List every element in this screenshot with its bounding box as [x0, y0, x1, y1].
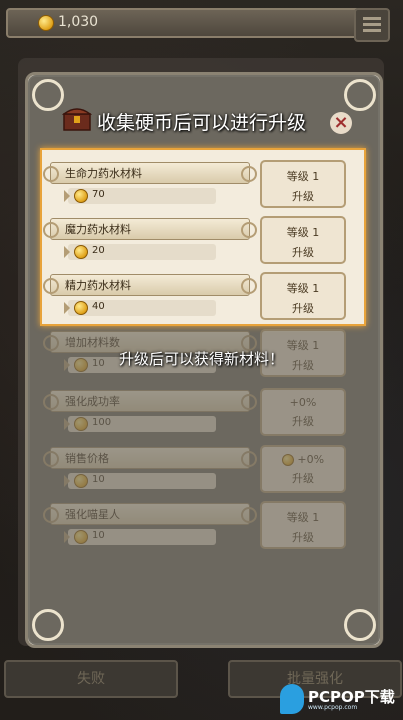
upgrade-row: 生命力药水材料 70 等级 1 升级 — [43, 158, 350, 210]
upgrade-row: 魔力药水材料 20 等级 1 升级 — [43, 214, 350, 266]
watermark: PCPOP下载 www.pcpop.com — [280, 684, 400, 716]
upgrade-cost: 10 — [64, 473, 216, 489]
upgrade-level: +0% — [297, 453, 325, 466]
upgrade-level: 等级 1 — [286, 226, 320, 239]
upgrade-row: 强化喵星人 10 等级 1 升级 — [43, 499, 350, 551]
coin-icon — [74, 530, 88, 544]
upgrade-cost: 70 — [64, 188, 216, 204]
upgrade-button[interactable]: +0% 升级 — [260, 388, 346, 436]
cost-value: 40 — [92, 301, 105, 312]
upgrade-name: 生命力药水材料 — [65, 167, 142, 180]
upgrade-name-bar: 精力药水材料 — [43, 274, 257, 296]
coin-icon — [74, 189, 88, 203]
cost-value: 10 — [92, 474, 105, 485]
upgrade-cost: 100 — [64, 416, 216, 432]
arrow-icon — [64, 246, 70, 258]
upgrade-name-bar: 强化成功率 — [43, 390, 257, 412]
upgrade-name-bar: 魔力药水材料 — [43, 218, 257, 240]
upgrade-action: 升级 — [292, 531, 314, 544]
upgrade-name: 强化成功率 — [65, 395, 120, 408]
arrow-icon — [64, 418, 70, 430]
upgrade-cost: 10 — [64, 529, 216, 545]
upgrade-button[interactable]: +0% 升级 — [260, 445, 346, 493]
upgrade-button[interactable]: 等级 1 升级 — [260, 501, 346, 549]
upgrade-name: 强化喵星人 — [65, 508, 120, 521]
watermark-sub: www.pcpop.com — [308, 704, 358, 711]
upgrade-name: 魔力药水材料 — [65, 223, 131, 236]
arrow-icon — [64, 531, 70, 543]
coin-amount: 1,030 — [58, 14, 99, 30]
cost-value: 70 — [92, 189, 105, 200]
arrow-icon — [64, 302, 70, 314]
corner-ornament — [32, 79, 64, 111]
menu-icon — [363, 17, 381, 20]
upgrade-button[interactable]: 等级 1 升级 — [260, 160, 346, 208]
upgrade-name-bar: 销售价格 — [43, 447, 257, 469]
upgrade-row: 销售价格 10 +0% 升级 — [43, 443, 350, 495]
upgrade-level: 等级 1 — [286, 170, 320, 183]
upgrade-name: 精力药水材料 — [65, 279, 131, 292]
coin-icon — [74, 417, 88, 431]
upgrade-row: 强化成功率 100 +0% 升级 — [43, 386, 350, 438]
upgrade-action: 升级 — [292, 246, 314, 259]
hint-message: 升级后可以获得新材料！ — [118, 350, 284, 368]
upgrade-level: 等级 1 — [286, 282, 320, 295]
upgrade-name-bar: 生命力药水材料 — [43, 162, 257, 184]
upgrade-name: 销售价格 — [65, 452, 109, 465]
watermark-logo-icon — [280, 684, 304, 714]
upgrade-cost: 40 — [64, 300, 216, 316]
coin-bar: 1,030 — [6, 8, 360, 38]
arrow-icon — [64, 475, 70, 487]
arrow-icon — [64, 190, 70, 202]
corner-ornament — [344, 79, 376, 111]
cost-value: 20 — [92, 245, 105, 256]
coin-icon — [281, 454, 294, 466]
cost-value: 10 — [92, 530, 105, 541]
corner-ornament — [32, 609, 64, 641]
upgrade-action: 升级 — [292, 415, 314, 428]
menu-button[interactable] — [354, 8, 390, 42]
upgrade-action: 升级 — [292, 472, 314, 485]
upgrade-button[interactable]: 等级 1 升级 — [260, 272, 346, 320]
coin-icon — [74, 301, 88, 315]
close-button[interactable]: × — [330, 112, 352, 134]
upgrade-level: +0% — [289, 396, 317, 409]
coin-icon — [74, 245, 88, 259]
upgrade-name-bar: 强化喵星人 — [43, 503, 257, 525]
fail-button[interactable]: 失败 — [4, 660, 178, 698]
upgrade-action: 升级 — [292, 302, 314, 315]
upgrade-level: 等级 1 — [286, 511, 320, 524]
upgrade-cost: 20 — [64, 244, 216, 260]
upgrade-button[interactable]: 等级 1 升级 — [260, 216, 346, 264]
upgrade-row: 精力药水材料 40 等级 1 升级 — [43, 270, 350, 322]
cost-value: 100 — [92, 417, 112, 428]
coin-icon — [74, 474, 88, 488]
corner-ornament — [344, 609, 376, 641]
upgrade-action: 升级 — [292, 190, 314, 203]
coin-icon — [38, 15, 54, 31]
